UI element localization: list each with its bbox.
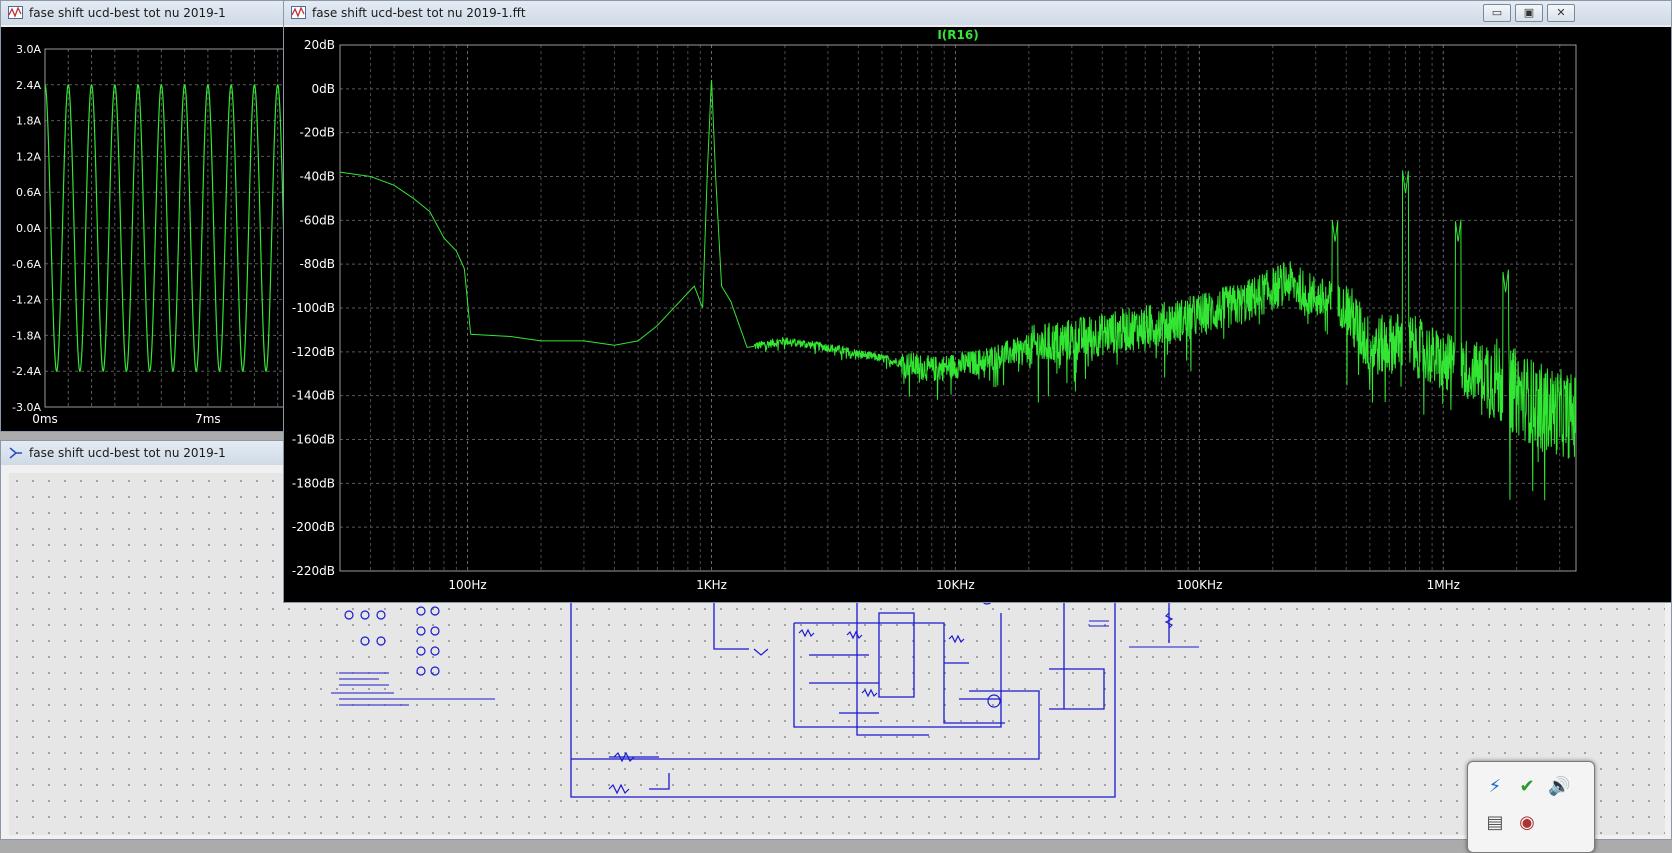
fft-title: fase shift ucd-best tot nu 2019-1.fft — [312, 6, 526, 20]
fft-ytick-label: -220dB — [292, 564, 335, 578]
fft-ytick-label: -40dB — [300, 170, 335, 184]
time-plot-area[interactable]: 3.0A 2.4A 1.8A 1.2A 0.6A 0.0A -0.6A -1.2A -1.8A -… — [1, 27, 291, 431]
time-ytick-label: 1.2A — [16, 150, 41, 163]
time-ytick-label: 1.8A — [16, 115, 41, 128]
time-plot-titlebar[interactable]: fase shift ucd-best tot nu 2019-1 — [1, 1, 291, 25]
fft-titlebar[interactable]: fase shift ucd-best tot nu 2019-1.fft ▭ … — [284, 1, 1671, 25]
waveform-app-icon — [8, 6, 23, 19]
time-ytick-label: -0.6A — [12, 258, 41, 271]
fft-ytick-label: -80dB — [300, 257, 335, 271]
schematic-app-icon — [9, 447, 22, 459]
eye-icon[interactable]: ◉ — [1516, 812, 1538, 834]
notification-tray-popup[interactable]: ⚡ ✔ 🔊 ▤ ◉ — [1467, 761, 1595, 853]
time-ytick-label: -2.4A — [12, 365, 41, 378]
fft-ytick-label: -100dB — [292, 301, 335, 315]
time-ytick-label: -1.2A — [12, 294, 41, 307]
time-plot-window[interactable]: fase shift ucd-best tot nu 2019-1 3.0A 2.… — [0, 0, 292, 432]
fft-ytick-label: 0dB — [312, 82, 335, 96]
fft-xtick-label: 1KHz — [696, 578, 727, 592]
volume-icon[interactable]: 🔊 — [1548, 776, 1570, 798]
time-ytick-label: 0.6A — [16, 186, 41, 199]
device-icon[interactable]: ▤ — [1484, 812, 1506, 834]
time-xtick-label: 0ms — [32, 412, 58, 426]
fft-ytick-label: -60dB — [300, 213, 335, 227]
time-plot-title: fase shift ucd-best tot nu 2019-1 — [29, 6, 226, 20]
fft-window[interactable]: fase shift ucd-best tot nu 2019-1.fft ▭ … — [283, 0, 1672, 603]
fft-xtick-label: 100KHz — [1176, 578, 1222, 592]
fft-ytick-label: -140dB — [292, 389, 335, 403]
time-ytick-label: -1.8A — [12, 329, 41, 342]
close-button[interactable]: ✕ — [1547, 4, 1575, 22]
minimize-button[interactable]: ▭ — [1483, 4, 1511, 22]
fft-ytick-label: -180dB — [292, 476, 335, 490]
fft-xtick-label: 10KHz — [936, 578, 974, 592]
fft-spectrum-line — [339, 79, 1577, 501]
network-icon[interactable]: ⚡ — [1484, 776, 1506, 798]
fft-ytick-label: -20dB — [300, 126, 335, 140]
time-ytick-label: 3.0A — [16, 43, 41, 56]
fft-ytick-label: -200dB — [292, 520, 335, 534]
maximize-button[interactable]: ▣ — [1515, 4, 1543, 22]
time-xtick-label: 7ms — [195, 412, 221, 426]
security-icon[interactable]: ✔ — [1516, 776, 1538, 798]
time-ytick-label: 0.0A — [16, 222, 41, 235]
fft-ytick-label: -120dB — [292, 345, 335, 359]
fft-ytick-label: -160dB — [292, 433, 335, 447]
schematic-title: fase shift ucd-best tot nu 2019-1 — [29, 446, 226, 460]
fft-plot-area[interactable]: 20dB 0dB -20dB -40dB -60dB -80dB -100dB -120dB -… — [284, 27, 1671, 602]
fft-trace-label: I(R16) — [937, 28, 978, 42]
fft-xtick-label: 100Hz — [448, 578, 486, 592]
fft-spectrum-chart[interactable]: 20dB 0dB -20dB -40dB -60dB -80dB -100dB -120dB -… — [284, 27, 1671, 602]
fft-ytick-label: 20dB — [304, 38, 335, 52]
time-waveform-chart[interactable]: 3.0A 2.4A 1.8A 1.2A 0.6A 0.0A -0.6A -1.2A -1.8A -… — [1, 27, 291, 431]
waveform-app-icon — [291, 6, 306, 19]
fft-xtick-label: 1MHz — [1427, 578, 1460, 592]
time-ytick-label: 2.4A — [16, 79, 41, 92]
